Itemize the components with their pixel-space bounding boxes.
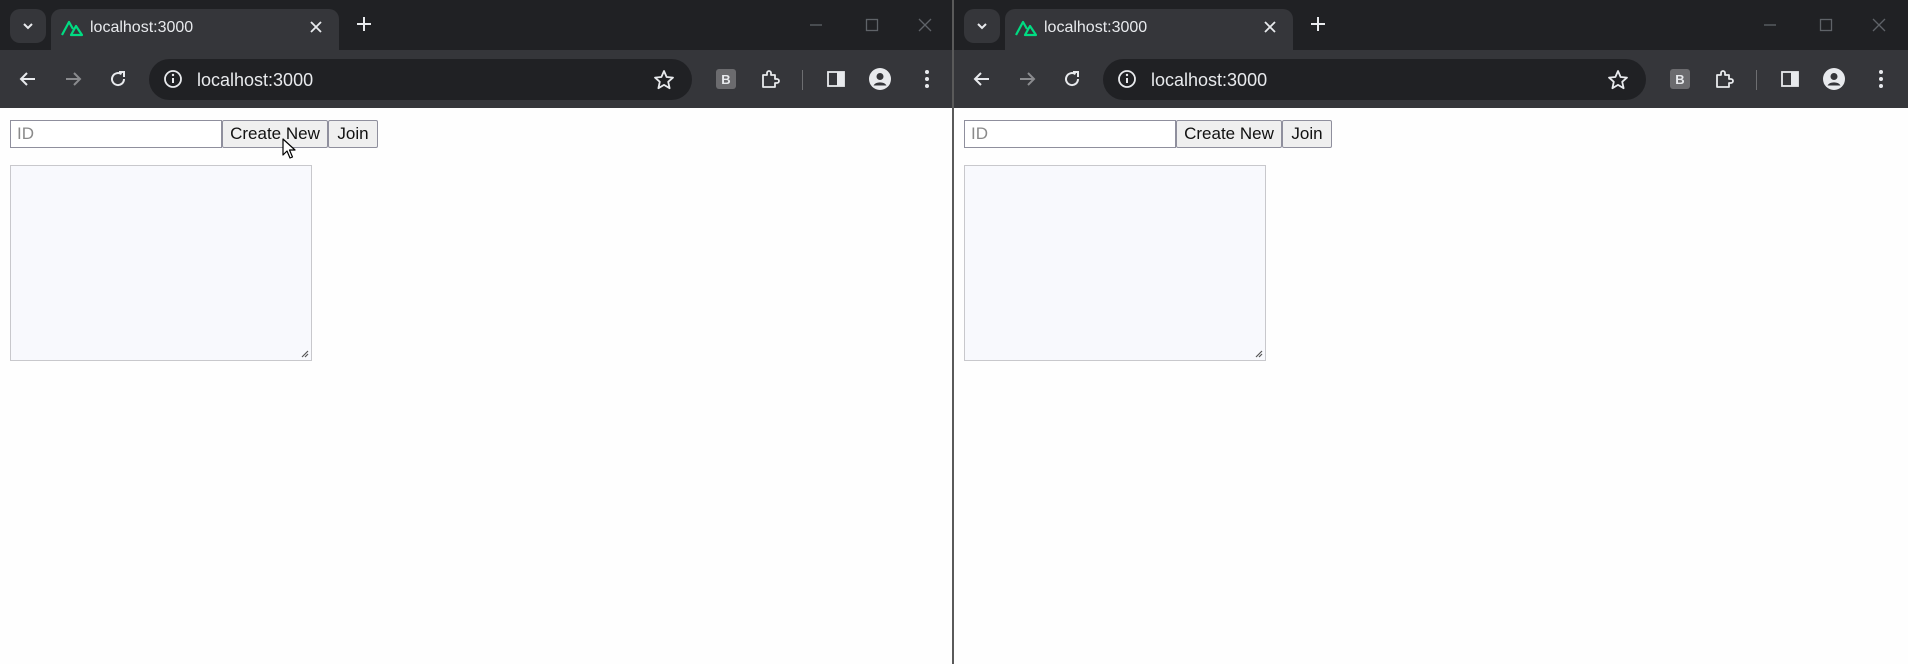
nuxt-logo-icon xyxy=(61,20,83,37)
new-tab-button[interactable] xyxy=(352,12,376,36)
id-input[interactable] xyxy=(10,120,222,148)
reload-icon xyxy=(111,71,126,87)
profile-button[interactable] xyxy=(867,66,893,92)
extension-b-icon: B xyxy=(716,69,736,89)
maximize-button[interactable] xyxy=(1813,12,1839,38)
plus-icon xyxy=(357,17,371,31)
toolbar-separator xyxy=(1756,70,1757,90)
menu-button[interactable] xyxy=(1868,66,1894,92)
menu-button[interactable] xyxy=(914,66,940,92)
extension-b-icon: B xyxy=(1670,69,1690,89)
reload-button[interactable] xyxy=(104,65,132,93)
screen: localhost:3000 localhost:3000 B ID Creat… xyxy=(0,0,1908,664)
extension-b-button[interactable]: B xyxy=(713,66,739,92)
title-bar: localhost:3000 xyxy=(954,0,1908,50)
browser-window-right: localhost:3000 localhost:3000 B ID Creat… xyxy=(953,0,1908,664)
toolbar-separator xyxy=(802,70,803,90)
bookmark-star-icon[interactable] xyxy=(1606,68,1630,92)
editor-textarea[interactable] xyxy=(10,165,312,361)
id-input[interactable] xyxy=(964,120,1176,148)
forward-button[interactable] xyxy=(59,65,87,93)
address-url: localhost:3000 xyxy=(197,70,314,90)
side-panel-icon xyxy=(1781,71,1799,87)
maximize-button[interactable] xyxy=(859,12,885,38)
close-window-button[interactable] xyxy=(1866,12,1892,38)
address-bar[interactable]: localhost:3000 xyxy=(149,59,692,100)
tab-search-button[interactable] xyxy=(10,9,46,43)
page-content: Create New Join xyxy=(0,108,952,664)
maximize-icon xyxy=(1819,18,1833,32)
mouse-cursor-icon xyxy=(282,138,296,159)
browser-window-left: localhost:3000 localhost:3000 B ID Creat… xyxy=(0,0,953,664)
side-panel-icon xyxy=(827,71,845,87)
side-panel-button[interactable] xyxy=(1777,66,1803,92)
chevron-down-icon xyxy=(23,23,33,30)
create-new-button[interactable]: Create New xyxy=(222,120,328,148)
more-vertical-icon xyxy=(925,70,929,88)
profile-button[interactable] xyxy=(1821,66,1847,92)
create-new-button[interactable]: Create New xyxy=(1176,120,1282,148)
join-button[interactable]: Join xyxy=(328,120,378,148)
tab-title: localhost:3000 xyxy=(1044,19,1148,36)
puzzle-icon xyxy=(762,70,780,88)
close-window-button[interactable] xyxy=(912,12,938,38)
plus-icon xyxy=(1311,17,1325,31)
arrow-left-icon xyxy=(19,72,35,86)
resize-grip-icon[interactable] xyxy=(1253,348,1263,358)
close-icon xyxy=(1264,21,1276,33)
address-bar[interactable]: localhost:3000 xyxy=(1103,59,1646,100)
browser-toolbar: localhost:3000 B xyxy=(0,50,952,108)
bookmark-star-icon[interactable] xyxy=(652,68,676,92)
avatar-icon xyxy=(869,68,891,90)
arrow-right-icon xyxy=(1020,72,1036,86)
minimize-button[interactable] xyxy=(1757,12,1783,38)
tab-search-button[interactable] xyxy=(964,9,1000,43)
title-bar: localhost:3000 xyxy=(0,0,952,50)
browser-tab[interactable]: localhost:3000 xyxy=(51,9,339,50)
minimize-icon xyxy=(810,24,822,26)
page-content: Create New Join xyxy=(954,108,1908,664)
extensions-button[interactable] xyxy=(1711,66,1737,92)
maximize-icon xyxy=(865,18,879,32)
puzzle-icon xyxy=(1716,70,1734,88)
tab-title: localhost:3000 xyxy=(90,19,194,36)
extensions-button[interactable] xyxy=(757,66,783,92)
extension-b-button[interactable]: B xyxy=(1667,66,1693,92)
info-icon xyxy=(164,70,182,88)
resize-grip-icon[interactable] xyxy=(299,348,309,358)
close-icon xyxy=(1872,18,1886,32)
minimize-button[interactable] xyxy=(803,12,829,38)
tab-close-button[interactable] xyxy=(305,16,327,38)
browser-tab[interactable]: localhost:3000 xyxy=(1005,9,1293,50)
more-vertical-icon xyxy=(1879,70,1883,88)
new-tab-button[interactable] xyxy=(1306,12,1330,36)
close-icon xyxy=(310,21,322,33)
reload-button[interactable] xyxy=(1058,65,1086,93)
chevron-down-icon xyxy=(977,23,987,30)
arrow-left-icon xyxy=(973,72,989,86)
address-url: localhost:3000 xyxy=(1151,70,1268,90)
browser-toolbar: localhost:3000 B xyxy=(954,50,1908,108)
back-button[interactable] xyxy=(968,65,996,93)
editor-textarea[interactable] xyxy=(964,165,1266,361)
info-icon xyxy=(1118,70,1136,88)
back-button[interactable] xyxy=(14,65,42,93)
avatar-icon xyxy=(1823,68,1845,90)
tab-close-button[interactable] xyxy=(1259,16,1281,38)
side-panel-button[interactable] xyxy=(823,66,849,92)
nuxt-logo-icon xyxy=(1015,20,1037,37)
minimize-icon xyxy=(1764,24,1776,26)
arrow-right-icon xyxy=(66,72,82,86)
forward-button[interactable] xyxy=(1013,65,1041,93)
close-icon xyxy=(918,18,932,32)
join-button[interactable]: Join xyxy=(1282,120,1332,148)
reload-icon xyxy=(1065,71,1080,87)
